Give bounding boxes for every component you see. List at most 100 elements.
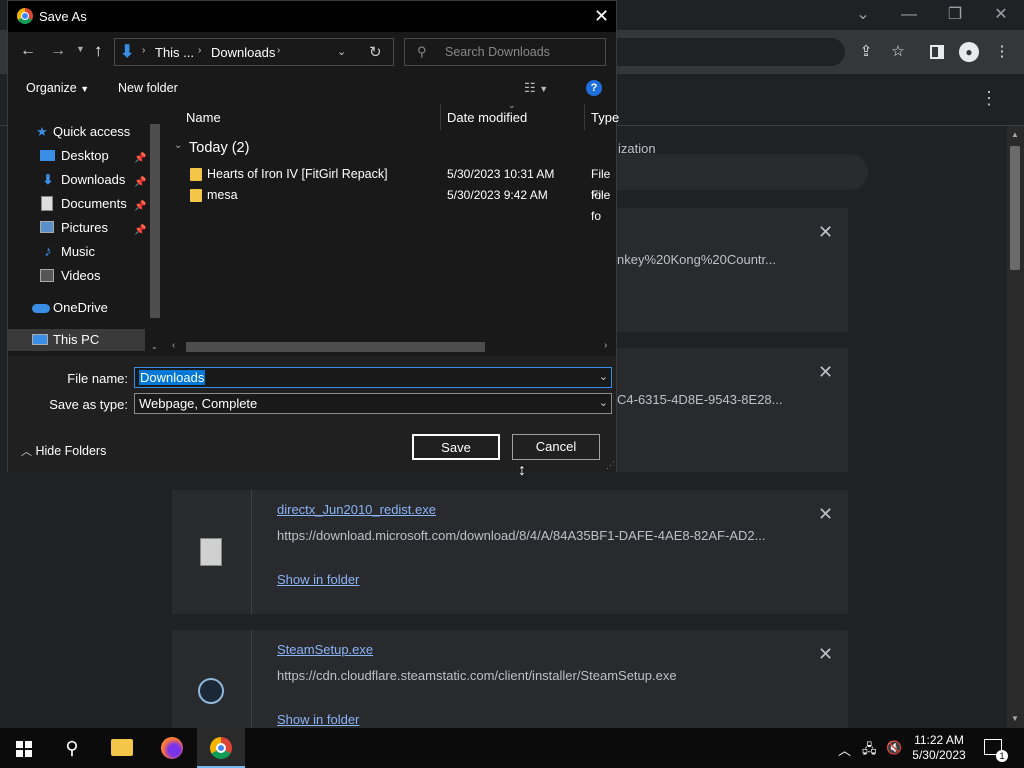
chevron-down-icon[interactable]: ⌄ (599, 368, 608, 387)
file-explorer-icon[interactable] (98, 728, 146, 768)
breadcrumb-downloads[interactable]: Downloads (211, 45, 275, 60)
chevron-down-icon: ▼ (80, 84, 90, 94)
nav-item-quick-access[interactable]: ★ Quick access (8, 121, 148, 143)
share-icon[interactable]: ⇪ (856, 42, 876, 62)
start-button[interactable] (0, 728, 48, 768)
downloads-heading: ization (618, 141, 656, 156)
nav-label: Music (61, 244, 95, 259)
pin-icon: 📌 (134, 201, 147, 212)
cancel-button[interactable]: Cancel (512, 434, 600, 460)
dialog-navbar: ← → ▼ ↑ ⬇ › This ... › Downloads › ⌄ ↻ ⚲… (8, 32, 616, 72)
up-arrow-icon[interactable]: ↑ (94, 41, 103, 61)
new-folder-button[interactable]: New folder (118, 81, 178, 95)
clock-date: 5/30/2023 (912, 748, 966, 762)
clock[interactable]: 11:22 AM 5/30/2023 (900, 733, 978, 763)
column-divider[interactable] (440, 104, 441, 130)
close-window-button[interactable]: ✕ (990, 4, 1012, 26)
show-in-folder-link[interactable]: Show in folder (277, 712, 359, 727)
close-icon[interactable]: ✕ (594, 6, 609, 27)
folder-icon (190, 189, 202, 202)
download-filename-link[interactable]: directx_Jun2010_redist.exe (277, 502, 436, 517)
scroll-down-icon[interactable]: ⌄ (151, 342, 158, 351)
remove-download-icon[interactable]: ✕ (818, 362, 833, 383)
breadcrumb-chevron-icon: › (198, 45, 202, 56)
column-name[interactable]: Name (186, 104, 221, 132)
horizontal-scrollbar[interactable]: ‹ › (172, 340, 616, 354)
save-button[interactable]: Save (412, 434, 500, 460)
address-bar[interactable] (610, 38, 845, 66)
scroll-up-icon[interactable]: ▲ (1011, 130, 1019, 139)
file-row[interactable]: Hearts of Iron IV [FitGirl Repack] 5/30/… (166, 164, 616, 202)
nav-scrollbar-thumb[interactable] (150, 124, 160, 318)
forward-arrow-icon[interactable]: → (50, 42, 66, 60)
resize-grip-icon[interactable]: ⋰ (606, 460, 615, 471)
download-folder-icon: ⬇ (120, 42, 135, 61)
nav-item-videos[interactable]: Videos (8, 265, 148, 287)
pictures-icon (40, 221, 54, 233)
videos-icon (40, 269, 54, 282)
downloads-search[interactable] (610, 154, 868, 190)
scroll-right-icon[interactable]: › (604, 340, 607, 351)
chrome-taskbar-icon[interactable] (197, 728, 245, 768)
download-url: C4-6315-4D8E-9543-8E28... (617, 392, 783, 407)
column-date-modified[interactable]: Date modified (447, 104, 527, 132)
scroll-left-icon[interactable]: ‹ (172, 340, 175, 351)
organize-button[interactable]: Organize ▼ (26, 81, 89, 95)
file-name-value: Downloads (139, 370, 206, 385)
scroll-down-icon[interactable]: ▼ (1011, 714, 1019, 723)
remove-download-icon[interactable]: ✕ (818, 504, 833, 525)
firefox-icon[interactable] (148, 728, 196, 768)
nav-item-music[interactable]: ♪ Music (8, 241, 148, 263)
file-row[interactable]: mesa 5/30/2023 9:42 AM File fo (166, 185, 616, 223)
save-type-value: Webpage, Complete (139, 396, 258, 411)
tray-expand-chevron-icon[interactable]: ︿ (838, 740, 851, 759)
nav-item-documents[interactable]: Documents 📌 (8, 193, 148, 215)
save-type-label: Save as type: (49, 397, 128, 412)
nav-item-pictures[interactable]: Pictures 📌 (8, 217, 148, 239)
back-arrow-icon[interactable]: ← (20, 42, 36, 60)
column-type[interactable]: Type (591, 104, 619, 132)
download-card: SteamSetup.exe https://cdn.cloudflare.st… (172, 630, 848, 728)
help-icon[interactable]: ? (586, 80, 602, 96)
nav-item-onedrive[interactable]: OneDrive (8, 297, 148, 319)
pin-icon: 📌 (134, 153, 147, 164)
address-bar[interactable]: ⬇ › This ... › Downloads › ⌄ ↻ (114, 38, 394, 66)
dialog-title: Save As (39, 9, 87, 24)
remove-download-icon[interactable]: ✕ (818, 644, 833, 665)
file-name-input[interactable]: Downloads ⌄ (134, 367, 612, 388)
more-vert-icon[interactable]: ⋮ (980, 88, 998, 109)
hide-folders-button[interactable]: ︿ Hide Folders (21, 443, 106, 459)
installer-icon (200, 538, 222, 566)
nav-item-downloads[interactable]: ⬇ Downloads 📌 (8, 169, 148, 191)
network-icon[interactable]: 🖧 (862, 740, 877, 762)
search-icon[interactable]: ⚲ (48, 728, 96, 768)
chrome-menu-icon[interactable]: ⋮ (992, 42, 1012, 62)
restore-button[interactable]: ❐ (944, 4, 966, 26)
clock-time: 11:22 AM (914, 733, 964, 747)
nav-scrollbar[interactable]: ⌄ (148, 110, 162, 354)
download-url: https://cdn.cloudflare.steamstatic.com/c… (277, 668, 677, 683)
file-name: Hearts of Iron IV [FitGirl Repack] (207, 167, 388, 181)
save-type-select[interactable]: Webpage, Complete ⌄ (134, 393, 612, 414)
tab-search-icon[interactable]: ⌄ (852, 4, 874, 26)
horizontal-scrollbar-thumb[interactable] (186, 342, 485, 352)
remove-download-icon[interactable]: ✕ (818, 222, 833, 243)
view-options-icon[interactable]: ☷ ▼ (524, 80, 548, 96)
column-divider[interactable] (584, 104, 585, 130)
chevron-down-icon[interactable]: ⌄ (599, 394, 608, 413)
download-filename-link[interactable]: SteamSetup.exe (277, 642, 373, 657)
search-downloads-input[interactable]: ⚲ Search Downloads (404, 38, 606, 66)
bookmark-star-icon[interactable]: ☆ (888, 42, 908, 62)
minimize-button[interactable]: — (898, 4, 920, 26)
show-in-folder-link[interactable]: Show in folder (277, 572, 359, 587)
nav-item-this-pc[interactable]: This PC (8, 329, 145, 351)
group-collapse-chevron-icon[interactable]: ⌄ (174, 140, 182, 151)
nav-item-desktop[interactable]: Desktop 📌 (8, 145, 148, 167)
address-dropdown-chevron-icon[interactable]: ⌄ (337, 45, 346, 58)
side-panel-icon[interactable] (927, 42, 947, 62)
scrollbar-thumb[interactable] (1010, 146, 1020, 270)
profile-avatar-icon[interactable]: ● (959, 42, 979, 62)
breadcrumb-this-pc[interactable]: This ... (155, 45, 194, 60)
recent-locations-chevron-icon[interactable]: ▼ (76, 44, 85, 54)
refresh-icon[interactable]: ↻ (369, 43, 382, 61)
